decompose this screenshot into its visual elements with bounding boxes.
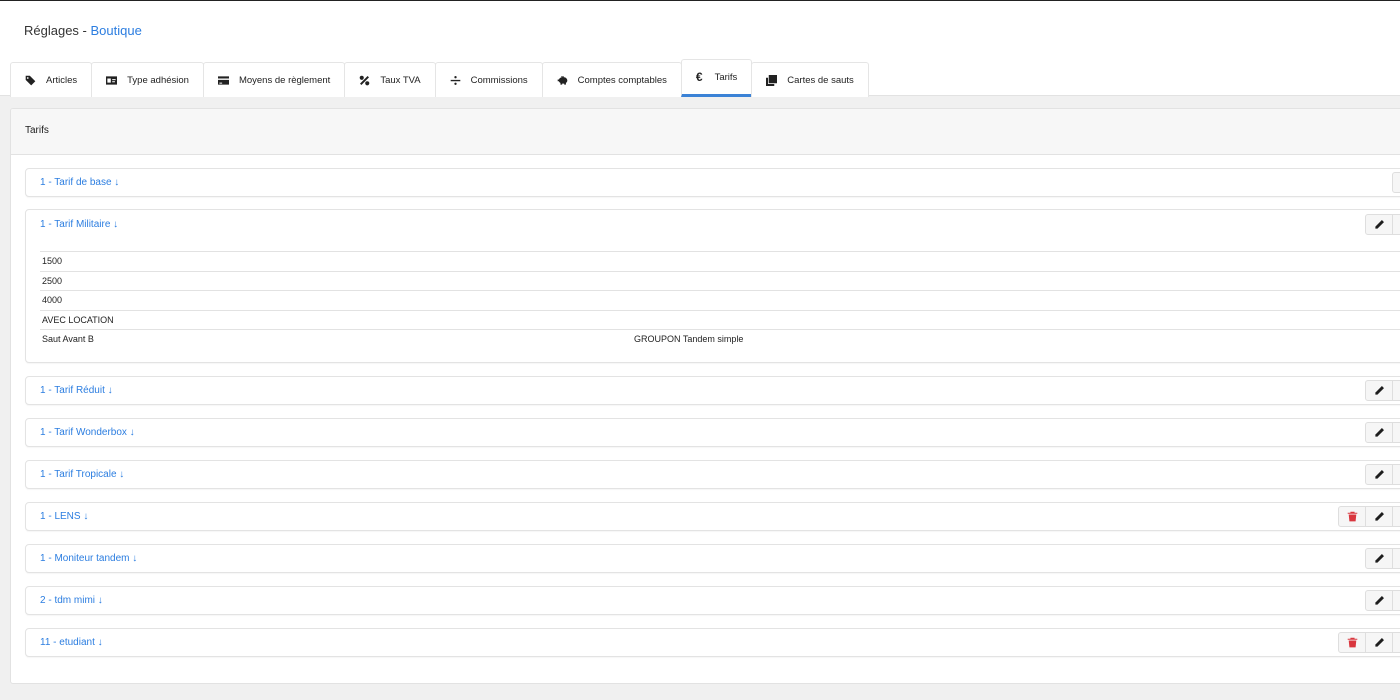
tab-tarifs[interactable]: € Tarifs [680, 59, 753, 97]
tarif-card: 1 - Tarif Wonderbox ↓ [25, 418, 1400, 447]
tarif-title-link[interactable]: 1 - Moniteur tandem ↓ [40, 553, 137, 564]
pencil-icon [1374, 470, 1384, 479]
trash-icon [1347, 511, 1357, 522]
price-row: 4000 [40, 290, 1400, 310]
tarif-card: 1 - Tarif Réduit ↓ [25, 376, 1400, 405]
tab-label: Type adhésion [127, 74, 189, 86]
tarif-title-link[interactable]: 1 - Tarif Wonderbox ↓ [40, 427, 135, 438]
edit-button[interactable] [1365, 214, 1393, 235]
tarif-card-expanded: 1 - Tarif Militaire ↓ 1500 2500 4000 AVE… [25, 209, 1400, 363]
breadcrumb-section-link[interactable]: Boutique [91, 23, 142, 38]
id-card-icon [106, 75, 118, 85]
edit-button[interactable] [1365, 380, 1393, 401]
percent-icon [360, 75, 370, 85]
price-row: 2500 [40, 270, 1400, 291]
edit-button[interactable] [1365, 464, 1393, 485]
tarif-title-link[interactable]: 2 - tdm mimi ↓ [40, 595, 103, 606]
price-row: AVEC LOCATION [40, 309, 1400, 330]
tab-label: Articles [46, 74, 78, 86]
price-row: 1500 [40, 251, 1400, 271]
plane-button[interactable] [1392, 506, 1400, 527]
tab-label: Comptes comptables [577, 74, 667, 86]
plane-button[interactable] [1392, 172, 1400, 193]
price-item: AVEC LOCATION [42, 314, 114, 325]
edit-button[interactable] [1365, 548, 1393, 569]
tab-articles[interactable]: Articles [10, 62, 93, 97]
breadcrumb-separator: - [78, 23, 91, 38]
breadcrumb: Réglages - Boutique [24, 23, 142, 38]
plane-button[interactable] [1392, 590, 1400, 611]
edit-button[interactable] [1365, 590, 1393, 611]
edit-button[interactable] [1365, 422, 1393, 443]
price-item: Saut Avant B [42, 334, 94, 345]
tab-label: Moyens de règlement [238, 74, 331, 86]
pencil-icon [1374, 512, 1384, 521]
edit-button[interactable] [1365, 506, 1393, 527]
tarif-title-link[interactable]: 1 - LENS ↓ [40, 511, 88, 522]
settings-tabs: Articles Type adhésion Moyens de règleme… [10, 59, 869, 97]
plane-button[interactable] [1392, 464, 1400, 485]
delete-button[interactable] [1338, 506, 1366, 527]
tab-type-adhesion[interactable]: Type adhésion [91, 62, 204, 97]
tab-moyens-de-reglement[interactable]: Moyens de règlement [202, 62, 346, 97]
edit-button[interactable] [1365, 632, 1393, 653]
tarif-card: 11 - etudiant ↓ [25, 628, 1400, 657]
tarifs-panel: Tarifs 1 - Tarif de base ↓ 1 - Tarif Mil… [10, 108, 1400, 684]
tags-icon [25, 75, 36, 85]
pencil-icon [1374, 596, 1384, 605]
pencil-icon [1374, 386, 1384, 395]
pencil-icon [1374, 554, 1384, 563]
plane-button[interactable] [1392, 632, 1400, 653]
pencil-icon [1374, 220, 1384, 229]
clone-icon [766, 74, 778, 86]
tarif-card: 1 - Moniteur tandem ↓ [25, 544, 1400, 573]
tarif-title-link[interactable]: 1 - Tarif Réduit ↓ [40, 385, 113, 396]
tab-label: Taux TVA [380, 74, 421, 86]
trash-icon [1347, 637, 1357, 648]
tarif-card: 1 - Tarif de base ↓ [25, 168, 1400, 197]
tab-commissions[interactable]: Commissions [434, 62, 543, 97]
delete-button[interactable] [1338, 632, 1366, 653]
tab-cartes-de-sauts[interactable]: Cartes de sauts [751, 62, 869, 97]
panel-title: Tarifs [11, 109, 1400, 155]
price-item: 4000 [42, 295, 63, 306]
plane-button[interactable] [1392, 380, 1400, 401]
tarif-title-link[interactable]: 1 - Tarif Tropicale ↓ [40, 469, 124, 480]
tab-comptes-comptables[interactable]: Comptes comptables [541, 62, 682, 97]
tarif-title-link[interactable]: 1 - Tarif de base ↓ [40, 177, 119, 188]
tarif-card: 2 - tdm mimi ↓ [25, 586, 1400, 615]
credit-card-icon [217, 75, 229, 85]
price-item: 1500 [42, 256, 63, 267]
divide-icon [450, 75, 460, 85]
price-item-secondary: GROUPON Tandem simple [634, 334, 744, 345]
page-header: Réglages - Boutique Articles Type adhési… [0, 1, 1400, 97]
euro-icon: € [695, 70, 703, 84]
tab-taux-tva[interactable]: Taux TVA [344, 62, 436, 97]
breadcrumb-title: Réglages [24, 23, 79, 38]
tab-label: Cartes de sauts [787, 74, 854, 86]
plane-button[interactable] [1392, 214, 1400, 235]
plane-button[interactable] [1392, 422, 1400, 443]
tab-label: Tarifs [714, 71, 738, 83]
tarif-card: 1 - Tarif Tropicale ↓ [25, 460, 1400, 489]
tarif-price-list: 1500 2500 4000 AVEC LOCATION Saut Avant … [40, 251, 1400, 349]
pencil-icon [1374, 428, 1384, 437]
tarif-title-link[interactable]: 1 - Tarif Militaire ↓ [40, 219, 118, 230]
plane-button[interactable] [1392, 548, 1400, 569]
tarif-title-link[interactable]: 11 - etudiant ↓ [40, 637, 103, 648]
price-item: 2500 [42, 275, 63, 286]
tarif-card: 1 - LENS ↓ [25, 502, 1400, 531]
tab-label: Commissions [470, 74, 528, 86]
piggy-bank-icon [557, 75, 567, 85]
pencil-icon [1374, 638, 1384, 647]
price-row: Saut Avant B GROUPON Tandem simple [40, 329, 1400, 349]
